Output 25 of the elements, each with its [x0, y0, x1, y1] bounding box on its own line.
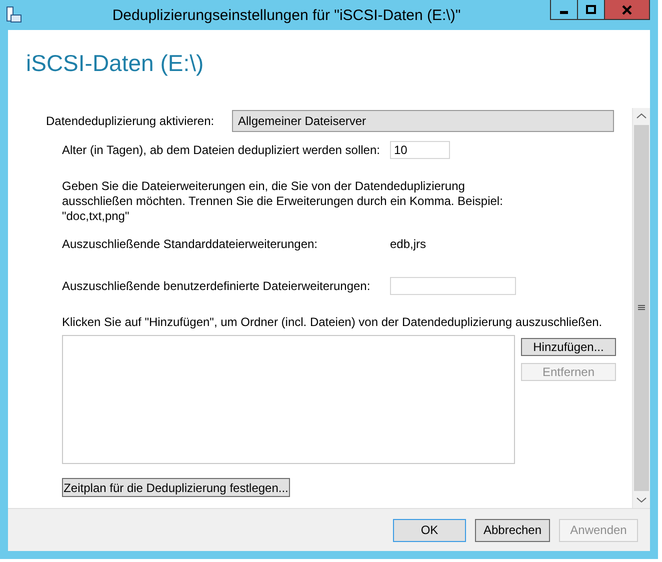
folders-label: Klicken Sie auf "Hinzufügen", um Ordner (incl. Dateien) von der Datendeduplizierung auszuschließen. [62, 315, 604, 329]
dialog-button[interactable]: Abbrechen [475, 518, 550, 542]
minimize-icon [560, 11, 568, 14]
schedule-button[interactable]: Zeitplan für die Deduplizierung festlegen... [62, 478, 290, 497]
scrollbar[interactable] [632, 108, 650, 508]
close-button[interactable] [604, 0, 650, 20]
grip-icon [638, 305, 645, 311]
field-label: Alter (in Tagen), ab dem Dateien dedupliziert werden sollen: [62, 143, 381, 157]
folder-action-button[interactable]: Hinzufügen... [521, 338, 616, 356]
window-title: Deduplizierungseinstellungen für "iSCSI-Daten (E:\)" [111, 6, 462, 24]
default-extensions-value: edb,jrs [390, 237, 426, 251]
age-input[interactable]: 10 [390, 141, 450, 159]
minimize-button[interactable] [550, 0, 578, 20]
dialog-button[interactable]: OK [393, 518, 466, 542]
field-label: Auszuschließende benutzerdefinierte Dateierweiterungen: [62, 279, 372, 293]
custom-extensions-input[interactable] [390, 277, 516, 295]
instructions-text: Geben Sie die Dateierweiterungen ein, die Sie von der Datendeduplizierung ausschließen möchten. Trennen Sie die Erweiterungen durch ein Komma. Beispiel: "doc,txt,png" [62, 179, 504, 224]
server-icon [6, 6, 22, 24]
volume-heading: iSCSI-Daten (E:\) [26, 50, 205, 78]
maximize-icon [586, 4, 596, 14]
scroll-thumb[interactable] [634, 125, 649, 491]
field-label: Datendeduplizierung aktivieren: [46, 114, 216, 128]
field-label: Auszuschließende Standarddateierweiterungen: [62, 237, 318, 251]
close-icon [622, 4, 632, 14]
dedup-mode-dropdown[interactable]: Allgemeiner Dateiserver [232, 110, 614, 132]
